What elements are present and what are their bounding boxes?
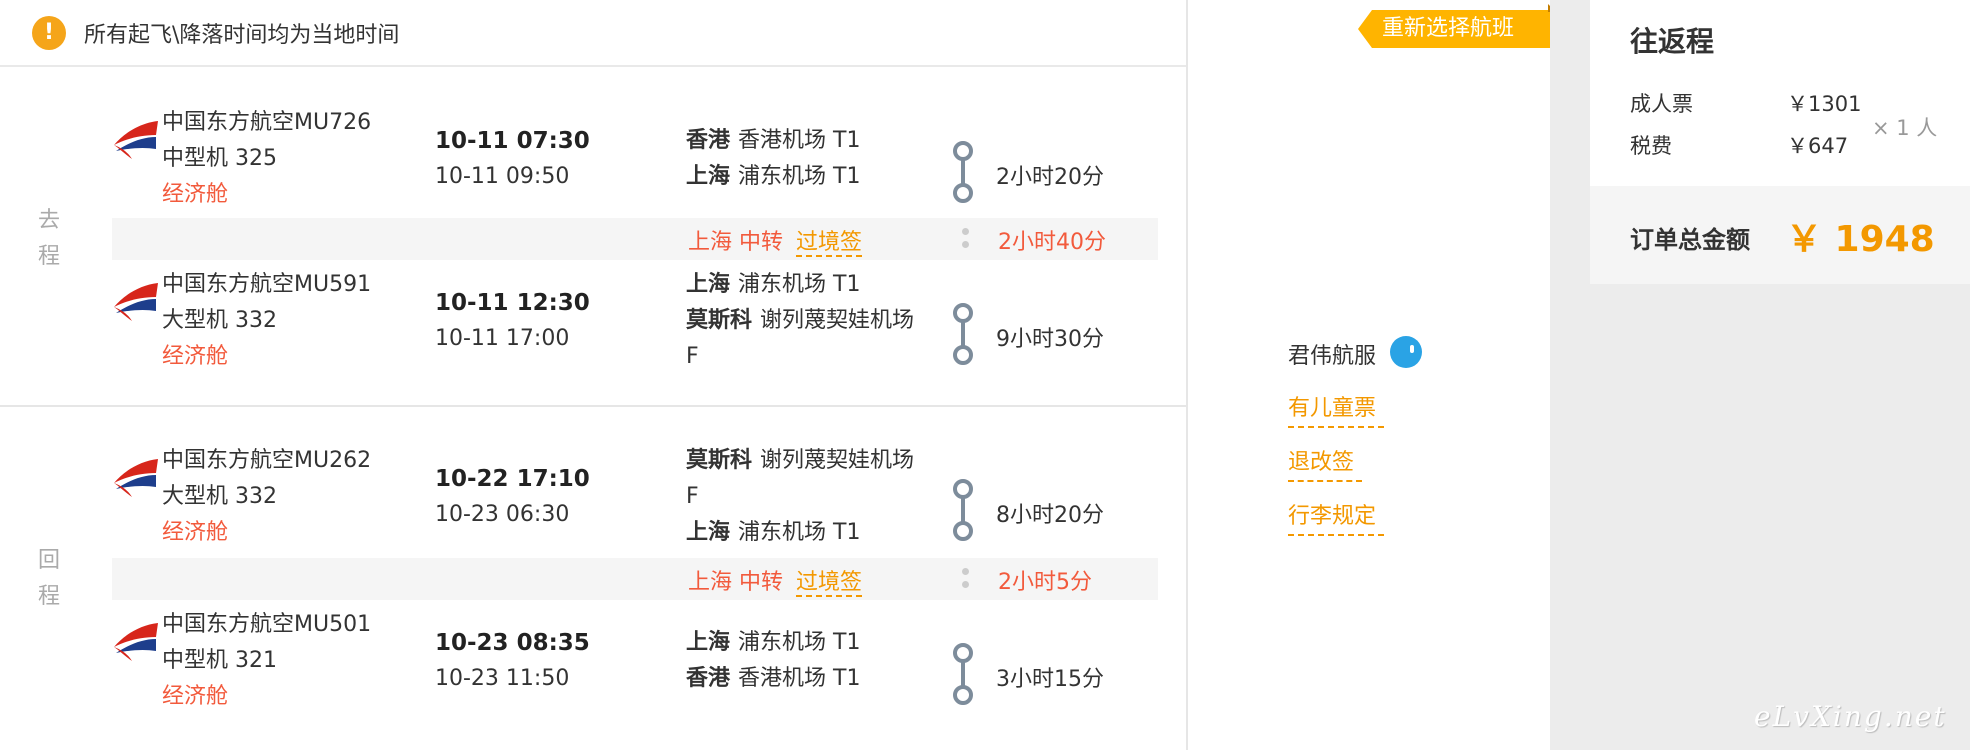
- arrival-city: 香港: [686, 666, 731, 691]
- departure-time: 10-11 07:30: [435, 128, 590, 154]
- service-name: 君伟航服: [1288, 344, 1377, 369]
- cabin-class: 经济舱: [162, 344, 229, 369]
- flight-segment: 中国东方航空MU726 中型机 325 经济舱 10-11 07:30 10-1…: [110, 89, 1160, 207]
- trip-label: 去程: [37, 208, 60, 269]
- layover-dots-icon: [960, 566, 970, 592]
- tax-label: 税费: [1630, 134, 1672, 158]
- airline-info: 中国东方航空MU501 中型机 321 经济舱: [162, 607, 371, 715]
- china-eastern-logo-icon: [114, 121, 158, 159]
- flight-duration: 3小时15分: [996, 667, 1104, 692]
- flight-duration: 8小时20分: [996, 503, 1104, 528]
- watermark: eLvXing.net: [1754, 700, 1947, 733]
- notice-text: 所有起飞\降落时间均为当地时间: [84, 22, 400, 48]
- route-icon: [953, 141, 973, 203]
- time-info: 10-23 08:35 10-23 11:50: [435, 625, 590, 697]
- departure-city: 上海: [686, 272, 731, 297]
- departure-time: 10-22 17:10: [435, 466, 590, 492]
- aircraft-type: 中型机 321: [162, 648, 277, 673]
- departure-city: 香港: [686, 128, 731, 153]
- route-icon: [953, 303, 973, 365]
- flight-segment: 中国东方航空MU591 大型机 332 经济舱 10-11 12:30 10-1…: [110, 251, 1160, 369]
- airline-name: 中国东方航空MU262: [162, 448, 372, 473]
- total-label: 订单总金额: [1630, 226, 1750, 254]
- side-panel: 重新选择航班 君伟航服 有儿童票 退改签 行李规定: [1190, 0, 1550, 750]
- arrival-time: 10-11 09:50: [435, 164, 570, 189]
- airline-info: 中国东方航空MU591 大型机 332 经济舱: [162, 267, 371, 375]
- arrival-time: 10-23 06:30: [435, 502, 570, 527]
- service-chat-icon[interactable]: [1390, 336, 1422, 368]
- aircraft-type: 大型机 332: [162, 308, 277, 333]
- time-notice: ! 所有起飞\降落时间均为当地时间: [0, 0, 1186, 67]
- price-breakdown: 往返程 成人票 ￥1301 税费 ￥647 × 1 人: [1590, 0, 1970, 186]
- departure-city: 莫斯科: [686, 448, 753, 473]
- departure-time: 10-23 08:35: [435, 630, 590, 656]
- layover-dots-icon: [960, 226, 970, 252]
- passenger-multiplier: × 1 人: [1872, 116, 1938, 140]
- airline-info: 中国东方航空MU262 大型机 332 经济舱: [162, 443, 371, 551]
- airline-name: 中国东方航空MU726: [162, 110, 372, 135]
- airport-info: 上海 浦东机场 T1 香港 香港机场 T1: [686, 625, 926, 697]
- departure-city: 上海: [686, 630, 731, 655]
- refund-change-link[interactable]: 退改签: [1288, 444, 1362, 482]
- airport-info: 香港 香港机场 T1 上海 浦东机场 T1: [686, 123, 926, 195]
- policy-links: 有儿童票 退改签 行李规定: [1288, 390, 1384, 552]
- airline-name: 中国东方航空MU591: [162, 272, 372, 297]
- departure-time: 10-11 12:30: [435, 290, 590, 316]
- airport-info: 莫斯科 谢列蔑契娃机场 F 上海 浦东机场 T1: [686, 443, 926, 551]
- adult-fare-value: ￥1301: [1787, 92, 1862, 116]
- arrival-airport: 浦东机场 T1: [738, 164, 861, 189]
- arrival-airport: 香港机场 T1: [738, 666, 861, 691]
- total-value: ￥ 1948: [1786, 219, 1935, 260]
- airline-info: 中国东方航空MU726 中型机 325 经济舱: [162, 105, 371, 213]
- arrival-city: 上海: [686, 164, 731, 189]
- outbound-trip: 去程 中国东方航空MU726 中型机 325 经济舱 10-11 07:30 1…: [0, 69, 1188, 407]
- flight-segment: 中国东方航空MU501 中型机 321 经济舱 10-23 08:35 10-2…: [110, 591, 1160, 709]
- adult-fare-row: 成人票 ￥1301: [1630, 88, 1861, 118]
- tax-value: ￥647: [1787, 134, 1849, 158]
- reselect-flight-button[interactable]: 重新选择航班: [1358, 10, 1550, 48]
- return-trip: 回程 中国东方航空MU262 大型机 332 经济舱 10-22 17:10 1…: [0, 409, 1188, 750]
- child-ticket-link[interactable]: 有儿童票: [1288, 390, 1384, 428]
- airport-info: 上海 浦东机场 T1 莫斯科 谢列蔑契娃机场 F: [686, 267, 926, 375]
- adult-fare-label: 成人票: [1630, 92, 1693, 116]
- cabin-class: 经济舱: [162, 684, 229, 709]
- china-eastern-logo-icon: [114, 283, 158, 321]
- arrival-city: 莫斯科: [686, 308, 753, 333]
- aircraft-type: 大型机 332: [162, 484, 277, 509]
- route-icon: [953, 643, 973, 705]
- itinerary-panel: ! 所有起飞\降落时间均为当地时间 去程 中国东方航空MU726 中型机 325…: [0, 0, 1188, 750]
- order-total: 订单总金额 ￥ 1948: [1590, 186, 1970, 284]
- trip-label: 回程: [37, 548, 60, 609]
- flight-duration: 9小时30分: [996, 327, 1104, 352]
- departure-airport: 香港机场 T1: [738, 128, 861, 153]
- arrival-city: 上海: [686, 520, 731, 545]
- cabin-class: 经济舱: [162, 520, 229, 545]
- route-icon: [953, 479, 973, 541]
- baggage-rules-link[interactable]: 行李规定: [1288, 498, 1384, 536]
- flight-duration: 2小时20分: [996, 165, 1104, 190]
- time-info: 10-22 17:10 10-23 06:30: [435, 461, 590, 533]
- aircraft-type: 中型机 325: [162, 146, 277, 171]
- china-eastern-logo-icon: [114, 459, 158, 497]
- departure-airport: 浦东机场 T1: [738, 272, 861, 297]
- time-info: 10-11 07:30 10-11 09:50: [435, 123, 590, 195]
- tax-row: 税费 ￥647: [1630, 130, 1848, 160]
- departure-airport: 浦东机场 T1: [738, 630, 861, 655]
- arrival-time: 10-11 17:00: [435, 326, 570, 351]
- cabin-class: 经济舱: [162, 182, 229, 207]
- arrival-time: 10-23 11:50: [435, 666, 570, 691]
- arrival-airport: 浦东机场 T1: [738, 520, 861, 545]
- airline-name: 中国东方航空MU501: [162, 612, 372, 637]
- trip-type-title: 往返程: [1630, 25, 1715, 58]
- warning-icon: !: [32, 15, 66, 50]
- flight-segment: 中国东方航空MU262 大型机 332 经济舱 10-22 17:10 10-2…: [110, 427, 1160, 545]
- china-eastern-logo-icon: [114, 623, 158, 661]
- time-info: 10-11 12:30 10-11 17:00: [435, 285, 590, 357]
